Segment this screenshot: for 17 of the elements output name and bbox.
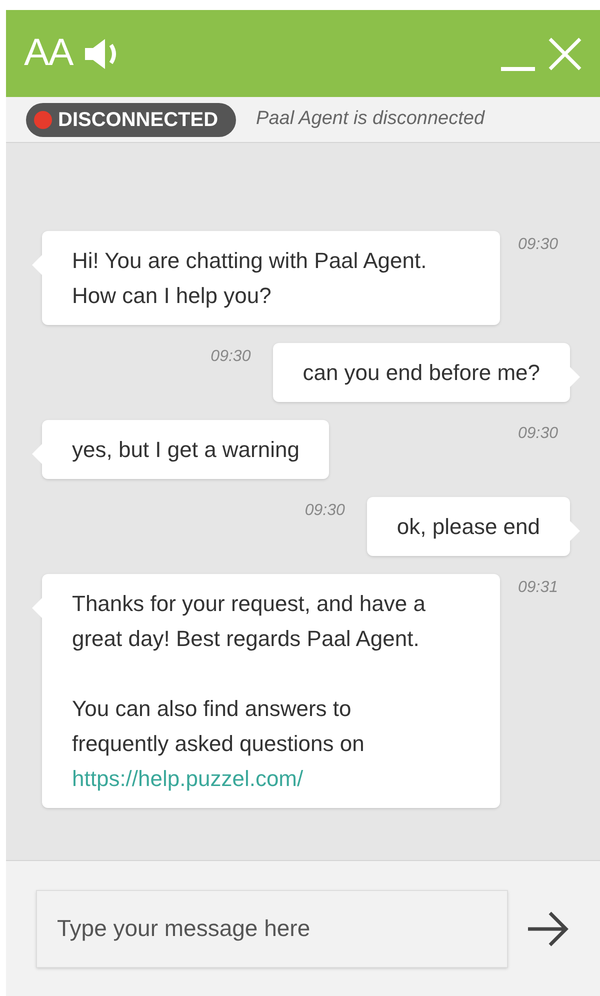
message-time: 09:30 <box>210 347 252 367</box>
message-text: yes, but I get a warning <box>72 436 300 464</box>
message-text: can you end before me? <box>302 359 540 387</box>
message-text: You can also find answers to frequently asked questions on <box>72 695 366 758</box>
help-link[interactable]: https://help.puzzel.com/ <box>72 761 444 796</box>
message-time: 09:30 <box>516 235 559 255</box>
message-time: 09:30 <box>304 501 346 521</box>
close-icon[interactable] <box>548 36 582 70</box>
font-size-button[interactable]: AA <box>24 25 73 82</box>
message-text: Thanks for your request, and have a great day! Best regards Paal Agent. <box>72 590 426 653</box>
message-time: 09:31 <box>516 578 559 598</box>
message-time: 09:30 <box>516 424 559 444</box>
message-text: Hi! You are chatting with Paal Agent. How can I help you? <box>72 247 428 310</box>
status-message: Paal Agent is disconnected <box>256 107 485 132</box>
status-badge: DISCONNECTED <box>26 102 236 136</box>
message-text: ok, please end <box>396 513 540 541</box>
message-input[interactable]: Type your message here <box>36 890 508 968</box>
